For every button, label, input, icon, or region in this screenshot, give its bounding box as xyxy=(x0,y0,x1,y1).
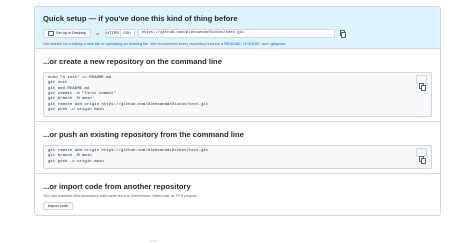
copy-icon[interactable] xyxy=(339,29,347,38)
empty-repo-setup-panel: Quick setup — if you've done this kind o… xyxy=(34,6,441,216)
quick-setup-help: Get started by creating a new file or up… xyxy=(43,41,432,46)
create-repo-code-block: echo "# text" >> README.md git init git … xyxy=(43,72,432,118)
or-label: or xyxy=(96,30,100,36)
import-code-button[interactable]: Import code xyxy=(43,202,73,210)
create-new-file-link[interactable]: creating a new file xyxy=(69,41,100,46)
upload-existing-file-link[interactable]: uploading an existing file xyxy=(106,41,149,46)
push-repo-title: ...or push an existing repository from t… xyxy=(43,130,244,139)
create-repo-code[interactable]: echo "# text" >> README.md git init git … xyxy=(43,72,432,118)
create-repo-title: ...or create a new repository on the com… xyxy=(43,57,222,66)
quick-setup-title: Quick setup — if you've done this kind o… xyxy=(43,14,238,23)
setup-in-desktop-button[interactable]: Set up in Desktop xyxy=(43,28,91,38)
https-tab[interactable]: HTTPS xyxy=(104,28,121,38)
create-repo-copy-button[interactable] xyxy=(416,75,427,91)
clone-url-row: Set up in Desktop or HTTPS SSH https://g… xyxy=(43,28,432,38)
footer-hint: • • • xyxy=(150,238,157,243)
import-repo-description: You can initialize this repository with … xyxy=(43,193,198,198)
help-sep2: , and xyxy=(259,41,270,46)
gitignore-link[interactable]: .gitignore xyxy=(269,41,285,46)
desktop-icon xyxy=(48,30,54,36)
ssh-tab[interactable]: SSH xyxy=(120,28,135,38)
import-repo-section: ...or import code from another repositor… xyxy=(35,173,440,215)
copy-icon xyxy=(418,155,426,164)
license-link[interactable]: LICENSE xyxy=(243,41,260,46)
help-end: . xyxy=(285,41,287,46)
setup-in-desktop-label: Set up in Desktop xyxy=(56,31,86,35)
copy-icon xyxy=(418,82,426,91)
clone-url-input[interactable]: https://github.com/AleksandarDickov/text… xyxy=(137,28,335,38)
help-prefix: Get started by xyxy=(43,41,69,46)
readme-link[interactable]: README xyxy=(224,41,241,46)
push-repo-code-block: git remote add origin https://github.com… xyxy=(43,145,432,170)
quick-setup-section: Quick setup — if you've done this kind o… xyxy=(35,7,440,48)
import-repo-title: ...or import code from another repositor… xyxy=(43,182,191,191)
create-repo-section: ...or create a new repository on the com… xyxy=(35,48,440,121)
push-repo-copy-button[interactable] xyxy=(416,148,427,164)
push-repo-section: ...or push an existing repository from t… xyxy=(35,121,440,173)
push-repo-code[interactable]: git remote add origin https://github.com… xyxy=(43,145,432,170)
help-mid2: . We recommend every repository include … xyxy=(148,41,225,46)
